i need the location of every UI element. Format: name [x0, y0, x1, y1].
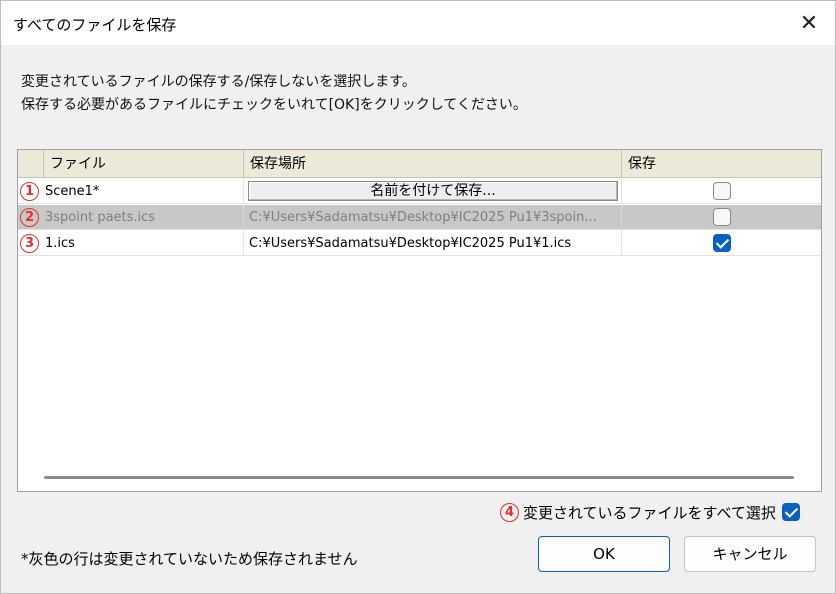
save-cell — [622, 231, 821, 256]
table-row[interactable]: 3 1.ics C:¥Users¥Sadamatsu¥Desktop¥IC2025… — [18, 231, 821, 256]
header-location[interactable]: 保存場所 — [244, 150, 622, 178]
dialog-title: すべてのファイルを保存 — [13, 16, 177, 34]
file-cell: 1 Scene1* — [18, 179, 244, 204]
select-all-checkbox[interactable] — [781, 503, 800, 521]
title-bar: すべてのファイルを保存 ✕ — [1, 1, 835, 45]
file-list-grid[interactable]: ファイル 保存場所 保存 1 Scene1* 名前を付けて保存... 2 3spoi… — [17, 149, 822, 492]
select-all-control[interactable]: 4 変更されているファイルをすべて選択 — [498, 501, 800, 523]
location-cell: C:¥Users¥Sadamatsu¥Desktop¥IC2025 Pu1¥1.… — [244, 231, 622, 256]
file-cell: 2 3spoint paets.ics — [18, 205, 244, 230]
file-name: Scene1* — [45, 184, 100, 199]
close-icon: ✕ — [799, 10, 819, 36]
row-marker: 3 — [20, 234, 39, 253]
row-marker: 2 — [20, 208, 39, 227]
select-all-marker: 4 — [500, 502, 519, 522]
row-marker: 1 — [20, 182, 39, 201]
save-as-button[interactable]: 名前を付けて保存... — [248, 181, 618, 201]
instruction-line-2: 保存する必要があるファイルにチェックをいれて[OK]をクリックしてください。 — [21, 97, 527, 113]
close-button[interactable]: ✕ — [783, 1, 835, 45]
location-cell: C:¥Users¥Sadamatsu¥Desktop¥IC2025 Pu1¥3s… — [244, 205, 622, 230]
save-checkbox[interactable] — [713, 182, 731, 200]
ok-button[interactable]: OK — [538, 536, 670, 572]
save-checkbox[interactable] — [713, 208, 731, 226]
grid-header: ファイル 保存場所 保存 — [18, 150, 821, 178]
save-cell — [622, 205, 821, 230]
horizontal-scrollbar[interactable] — [44, 476, 794, 479]
table-row[interactable]: 1 Scene1* 名前を付けて保存... — [18, 179, 821, 204]
file-name: 3spoint paets.ics — [45, 210, 156, 225]
file-name: 1.ics — [45, 236, 75, 251]
instruction-line-1: 変更されているファイルの保存する/保存しないを選択します。 — [21, 74, 416, 90]
table-row[interactable]: 2 3spoint paets.ics C:¥Users¥Sadamatsu¥De… — [18, 205, 821, 230]
header-marker-column — [18, 150, 44, 178]
save-cell — [622, 179, 821, 204]
select-all-label[interactable]: 変更されているファイルをすべて選択 — [523, 502, 776, 523]
file-cell: 3 1.ics — [18, 231, 244, 256]
cancel-button[interactable]: キャンセル — [684, 536, 816, 572]
location-cell: 名前を付けて保存... — [244, 179, 622, 204]
header-save[interactable]: 保存 — [622, 150, 821, 178]
save-checkbox[interactable] — [713, 234, 731, 252]
header-file[interactable]: ファイル — [44, 150, 244, 178]
footer-note: *灰色の行は変更されていないため保存されません — [21, 550, 358, 568]
save-all-files-dialog: すべてのファイルを保存 ✕ 変更されているファイルの保存する/保存しないを選択し… — [0, 0, 836, 594]
